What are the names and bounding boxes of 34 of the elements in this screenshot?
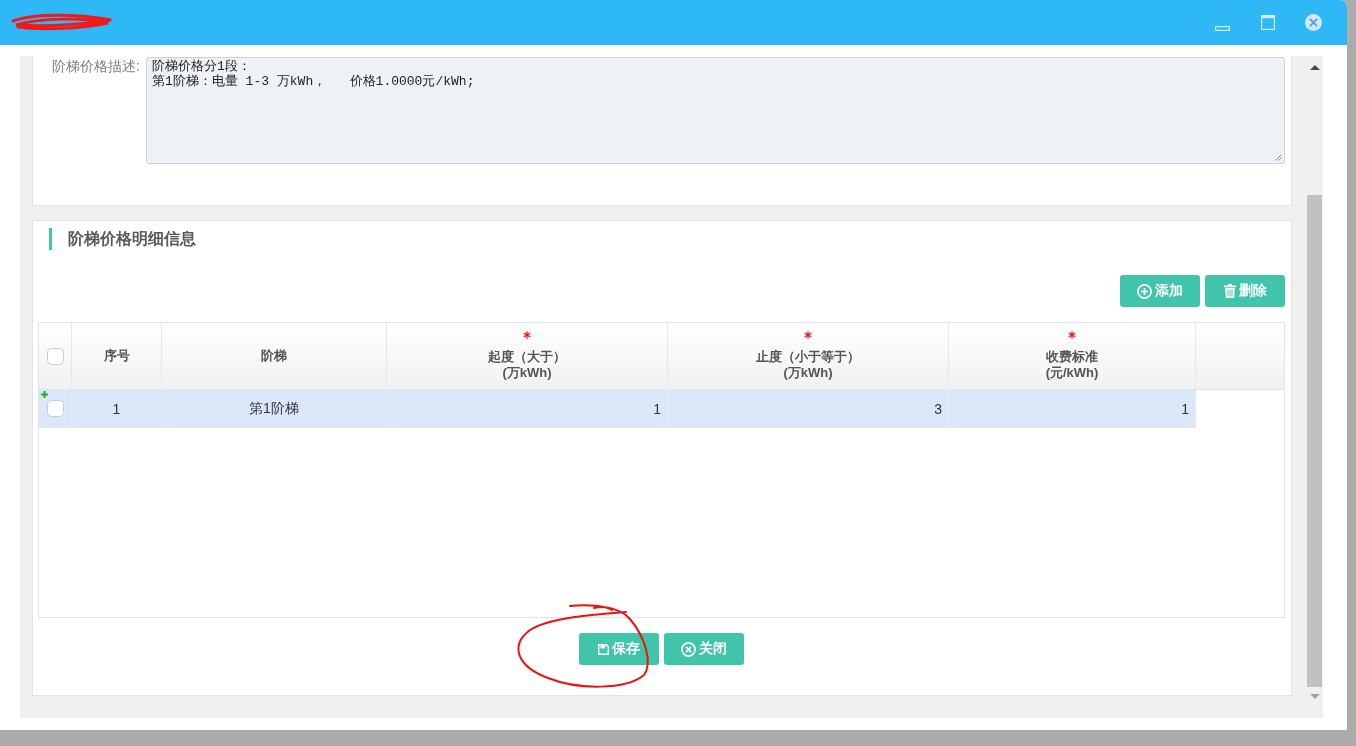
table-row[interactable]: 1 第1阶梯 1 3 1 [39, 390, 1196, 428]
column-header: 序号 [103, 348, 130, 364]
close-icon [1305, 14, 1322, 31]
column-header: 阶梯 [261, 348, 287, 364]
resize-handle-icon[interactable] [1275, 154, 1282, 161]
table-cell: 1 [949, 390, 1196, 427]
close-dialog-button[interactable]: 关闭 [664, 633, 744, 665]
plus-circle-icon [1137, 283, 1152, 299]
trash-icon [1223, 284, 1236, 298]
close-button[interactable] [1305, 14, 1322, 31]
scroll-up-arrow-icon[interactable] [1309, 65, 1320, 70]
description-textarea[interactable]: 阶梯价格分1段： 第1阶梯：电量 1-3 万kWh， 价格1.0000元/kWh; [146, 57, 1285, 164]
close-circle-icon [681, 641, 696, 657]
delete-button[interactable]: 删除 [1205, 275, 1285, 307]
table-cell: 1 [72, 390, 162, 427]
column-header: 起度（大于） (万kWh) [488, 349, 566, 381]
section-title: 阶梯价格明细信息 [49, 228, 196, 250]
checkbox[interactable] [46, 347, 64, 365]
table-cell: 第1阶梯 [162, 390, 387, 427]
minimize-icon [1215, 25, 1230, 31]
scroll-down-arrow-icon[interactable] [1309, 694, 1320, 699]
minimize-button[interactable] [1215, 25, 1230, 31]
scrollbar[interactable] [1306, 56, 1323, 718]
table-cell: 1 [387, 390, 668, 427]
maximize-icon [1261, 15, 1275, 30]
scrollbar-thumb[interactable] [1307, 195, 1322, 687]
save-button[interactable]: 保存 [579, 633, 659, 665]
column-header: 收费标准 (元/kWh) [1045, 349, 1099, 381]
checkbox[interactable] [46, 400, 64, 417]
field-label: 阶梯价格描述: [51, 57, 141, 74]
maximize-button[interactable] [1261, 15, 1275, 30]
add-button[interactable]: 添加 [1120, 275, 1200, 307]
column-header: 止度（小于等于） (万kWh) [756, 349, 860, 381]
table-cell: 3 [668, 390, 949, 427]
